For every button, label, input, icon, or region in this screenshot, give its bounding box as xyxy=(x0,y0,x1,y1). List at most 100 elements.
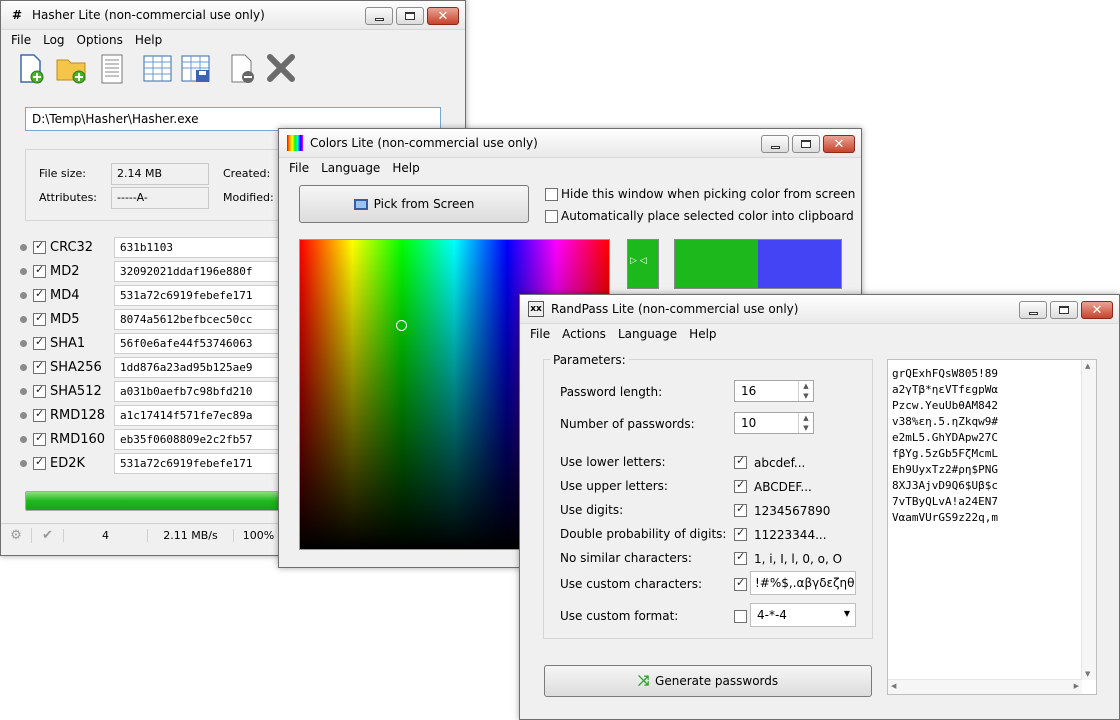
add-folder-button[interactable] xyxy=(55,54,89,84)
hash-row: MD4 531a72c6919febefe171 xyxy=(20,284,284,306)
custom-format-checkbox[interactable] xyxy=(734,610,747,623)
colors-titlebar[interactable]: Colors Lite (non-commercial use only) ✕ xyxy=(279,129,861,158)
menu-help[interactable]: Help xyxy=(386,161,425,175)
hash-checkbox[interactable] xyxy=(33,431,46,446)
maximize-icon xyxy=(405,12,415,20)
hash-checkbox[interactable] xyxy=(33,383,46,398)
password-item[interactable]: grQExhFQsW805!89 xyxy=(892,366,998,382)
color-bars-app-icon xyxy=(287,135,303,151)
hash-checkbox[interactable] xyxy=(33,311,46,326)
hue-slider[interactable]: ▷ ◁ xyxy=(627,239,659,289)
hash-value[interactable]: 531a72c6919febefe171 xyxy=(114,284,284,306)
scroll-up-icon[interactable]: ▲ xyxy=(1085,362,1090,370)
grid-button[interactable] xyxy=(143,54,173,84)
password-length-input[interactable]: 16 ▲ ▼ xyxy=(734,380,814,402)
spin-arrows-icon[interactable]: ▲ ▼ xyxy=(798,381,813,401)
password-item[interactable]: e2mL5.GhYDApw27C xyxy=(892,430,998,446)
hasher-titlebar[interactable]: # Hasher Lite (non-commercial use only) … xyxy=(1,1,465,30)
menu-file[interactable]: File xyxy=(524,327,556,341)
clipboard-checkbox[interactable] xyxy=(545,210,558,223)
hash-name: MD5 xyxy=(50,311,80,327)
number-of-passwords-input[interactable]: 10 ▲ ▼ xyxy=(734,412,814,434)
verify-check-icon[interactable]: ✔ xyxy=(31,528,63,543)
hide-window-label[interactable]: Hide this window when picking color from… xyxy=(561,187,855,201)
menu-help[interactable]: Help xyxy=(683,327,722,341)
password-item[interactable]: VαamVUrGS9z22q,m xyxy=(892,510,998,526)
password-output[interactable]: grQExhFQsW805!89 a2γTβ*ηεVTfεgpWα Pzcw.Yeu… xyxy=(887,359,1097,695)
option-checkbox[interactable] xyxy=(734,478,747,493)
hash-checkbox[interactable] xyxy=(33,287,46,302)
settings-gear-icon[interactable]: ⚙ xyxy=(1,528,31,543)
maximize-button[interactable] xyxy=(792,135,820,153)
option-checkbox[interactable] xyxy=(734,550,747,565)
hash-checkbox[interactable] xyxy=(33,407,46,422)
custom-chars-input[interactable]: !#%$,.αβγδεζηθ xyxy=(750,571,856,595)
minimize-button[interactable] xyxy=(1019,301,1047,319)
menu-options[interactable]: Options xyxy=(71,33,129,47)
hash-checkbox[interactable] xyxy=(33,263,46,278)
color-picker-cursor[interactable] xyxy=(396,320,407,331)
pick-from-screen-button[interactable]: Pick from Screen xyxy=(299,185,529,223)
hash-checkbox[interactable] xyxy=(33,335,46,350)
password-item[interactable]: 7vTByQLvA!a24EN7 xyxy=(892,494,998,510)
hash-checkbox[interactable] xyxy=(33,239,46,254)
hash-row: RMD128 a1c17414f571fe7ec89a xyxy=(20,404,284,426)
menu-help[interactable]: Help xyxy=(129,33,168,47)
custom-format-select[interactable]: 4-*-4 ▼ xyxy=(750,603,856,627)
close-button[interactable]: ✕ xyxy=(823,135,855,153)
close-button[interactable]: ✕ xyxy=(427,7,459,25)
menu-language[interactable]: Language xyxy=(612,327,683,341)
hash-value[interactable]: 56f0e6afe44f53746063 xyxy=(114,332,284,354)
save-grid-button[interactable] xyxy=(181,54,211,84)
hash-checkbox[interactable] xyxy=(33,359,46,374)
hash-value[interactable]: 1dd876a23ad95b125ae9 xyxy=(114,356,284,378)
scroll-left-icon[interactable]: ◀ xyxy=(891,682,896,690)
clipboard-label[interactable]: Automatically place selected color into … xyxy=(561,209,854,223)
hash-name: ED2K xyxy=(50,455,86,471)
minimize-button[interactable] xyxy=(761,135,789,153)
hash-value[interactable]: 32092021ddaf196e880f xyxy=(114,260,284,282)
hash-value[interactable]: 8074a5612befbcec50cc xyxy=(114,308,284,330)
maximize-button[interactable] xyxy=(396,7,424,25)
hash-value[interactable]: 631b1103 xyxy=(114,236,284,258)
remove-file-button[interactable] xyxy=(229,54,255,84)
hash-value[interactable]: eb35f0608809e2c2fb57 xyxy=(114,428,284,450)
menu-actions[interactable]: Actions xyxy=(556,327,612,341)
spin-arrows-icon[interactable]: ▲ ▼ xyxy=(798,413,813,433)
hash-checkbox[interactable] xyxy=(33,455,46,470)
close-button[interactable]: ✕ xyxy=(1081,301,1113,319)
password-item[interactable]: Pzcw.YeuUbθAM842 xyxy=(892,398,998,414)
option-checkbox[interactable] xyxy=(734,502,747,517)
password-item[interactable]: v38%εη.5.ηZkqw9# xyxy=(892,414,998,430)
password-item[interactable]: fβYg.5zGb5FζMcmL xyxy=(892,446,998,462)
menu-file[interactable]: File xyxy=(283,161,315,175)
attributes-value: -----A- xyxy=(111,187,209,209)
hash-name: CRC32 xyxy=(50,239,94,255)
option-checkbox[interactable] xyxy=(734,526,747,541)
add-file-button[interactable] xyxy=(18,54,44,84)
horizontal-scrollbar[interactable]: ◀ ▶ xyxy=(888,679,1082,694)
custom-chars-checkbox[interactable] xyxy=(734,576,747,591)
password-item[interactable]: 8XJ3AjvD9Q6$Uβ$c xyxy=(892,478,998,494)
vertical-scrollbar[interactable]: ▲ ▼ xyxy=(1081,360,1096,680)
generate-passwords-button[interactable]: ⤨ Generate passwords xyxy=(544,665,872,697)
menu-log[interactable]: Log xyxy=(37,33,70,47)
hash-value[interactable]: 531a72c6919febefe171 xyxy=(114,452,284,474)
password-length-label: Password length: xyxy=(560,385,663,399)
menu-file[interactable]: File xyxy=(5,33,37,47)
minimize-button[interactable] xyxy=(365,7,393,25)
scroll-right-icon[interactable]: ▶ xyxy=(1074,682,1079,690)
hide-window-checkbox[interactable] xyxy=(545,188,558,201)
randpass-titlebar[interactable]: xx RandPass Lite (non-commercial use onl… xyxy=(520,295,1119,324)
maximize-button[interactable] xyxy=(1050,301,1078,319)
status-percent: 100% xyxy=(233,529,283,542)
clear-button[interactable] xyxy=(265,54,297,84)
password-item[interactable]: a2γTβ*ηεVTfεgpWα xyxy=(892,382,998,398)
scroll-down-icon[interactable]: ▼ xyxy=(1085,670,1090,678)
document-button[interactable] xyxy=(99,54,125,84)
option-checkbox[interactable] xyxy=(734,454,747,469)
hash-value[interactable]: a1c17414f571fe7ec89a xyxy=(114,404,284,426)
menu-language[interactable]: Language xyxy=(315,161,386,175)
hash-value[interactable]: a031b0aefb7c98bfd210 xyxy=(114,380,284,402)
password-item[interactable]: Eh9UyxTz2#ρη$PNG xyxy=(892,462,998,478)
